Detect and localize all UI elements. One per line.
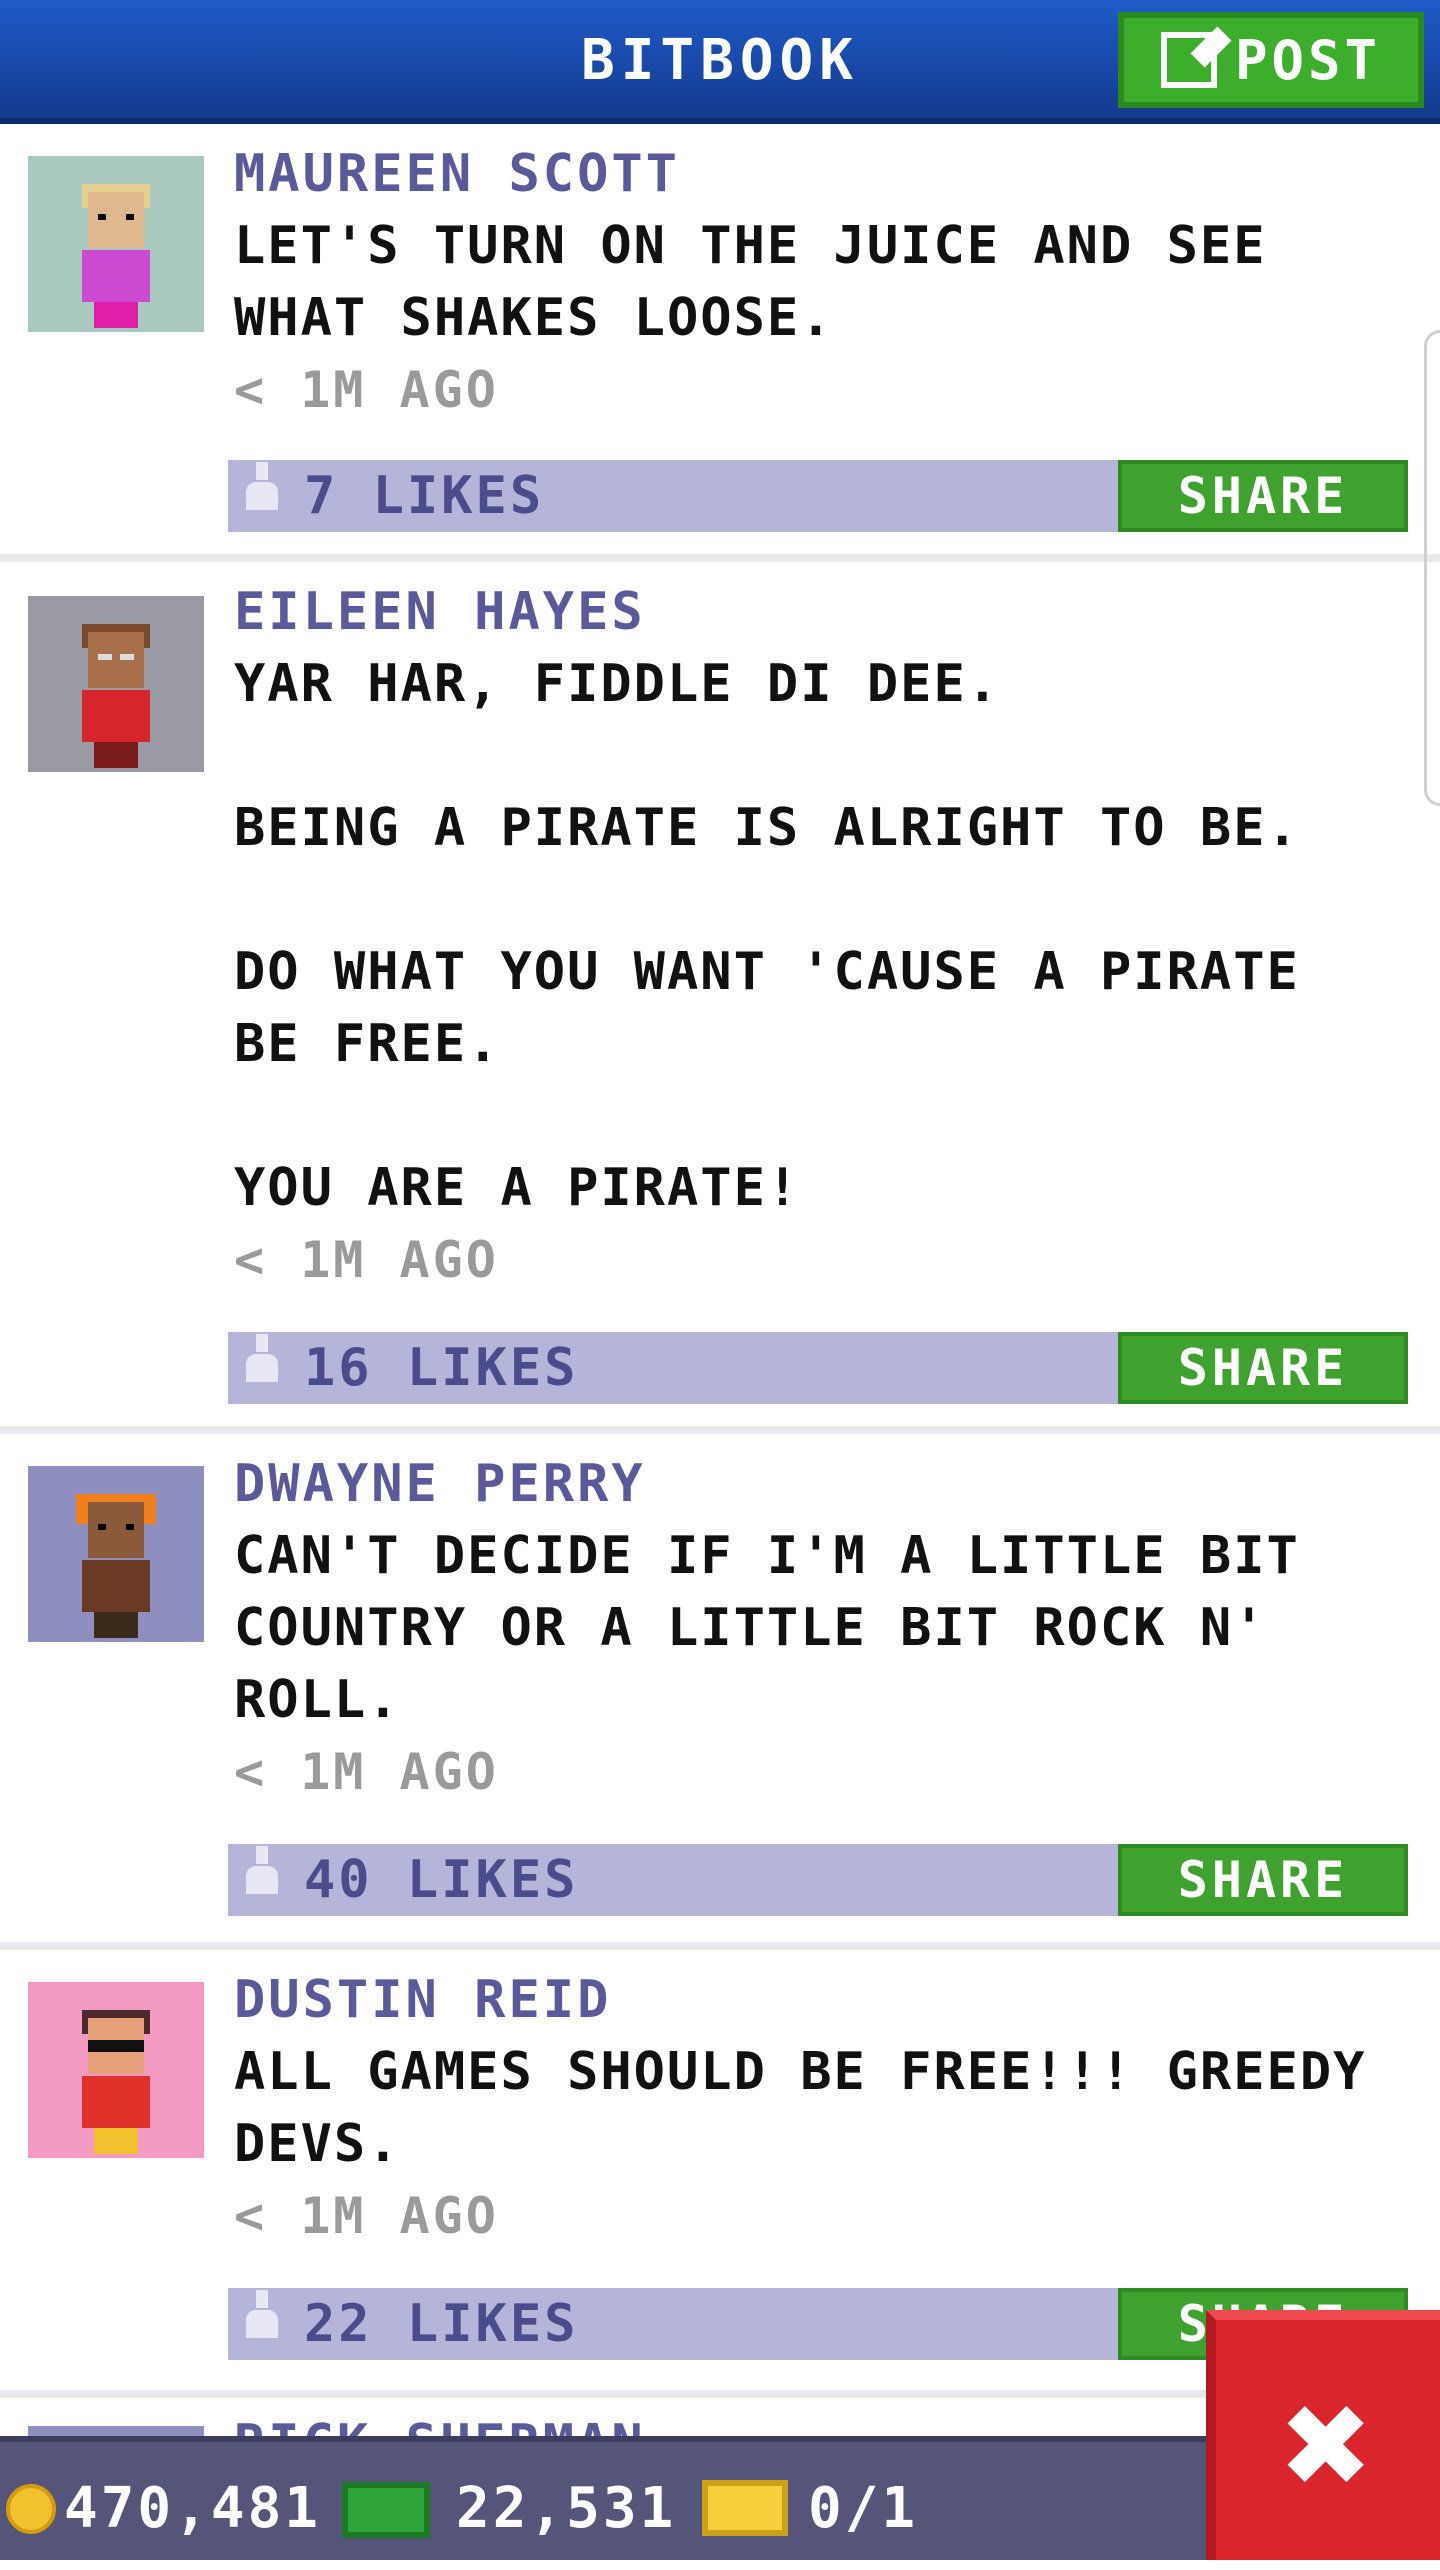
avatar[interactable] <box>28 156 204 332</box>
like-icon[interactable] <box>246 1334 278 1382</box>
post-label: POST <box>1234 28 1382 92</box>
like-bar[interactable]: 16 LIKES SHARE <box>228 1332 1408 1404</box>
post-message: CAN'T DECIDE IF I'M A LITTLE BIT COUNTRY… <box>234 1526 1300 1730</box>
post-time: < 1M AGO <box>234 1231 499 1289</box>
coin-icon <box>6 2484 56 2534</box>
like-bar[interactable]: 40 LIKES SHARE <box>228 1844 1408 1916</box>
post-divider <box>0 1942 1440 1950</box>
like-icon[interactable] <box>246 2290 278 2338</box>
scrollbar[interactable] <box>1424 330 1440 806</box>
avatar-figure <box>72 182 160 332</box>
close-button[interactable]: ✖ <box>1206 2310 1440 2560</box>
bux-count: 22,531 <box>456 2476 677 2541</box>
avatar-figure <box>72 2008 160 2158</box>
poster-name[interactable]: RICK SHERMAN <box>234 2408 646 2436</box>
share-button[interactable]: SHARE <box>1118 1844 1408 1916</box>
avatar[interactable] <box>28 1982 204 2158</box>
compose-icon <box>1160 32 1217 88</box>
feed-post: EILEEN HAYES YAR HAR, FIDDLE DI DEE. BEI… <box>0 562 1440 1426</box>
like-count: 7 LIKES <box>304 466 545 526</box>
like-icon[interactable] <box>246 462 278 510</box>
avatar[interactable] <box>28 2426 204 2436</box>
poster-name[interactable]: MAUREEN SCOTT <box>234 138 680 210</box>
feed-post: DWAYNE PERRY CAN'T DECIDE IF I'M A LITTL… <box>0 1434 1440 1942</box>
ticket-count: 0/1 <box>808 2476 919 2541</box>
like-count: 40 LIKES <box>304 1850 579 1910</box>
avatar-figure <box>72 1492 160 1642</box>
close-icon: ✖ <box>1282 2358 1374 2532</box>
share-button[interactable]: SHARE <box>1118 1332 1408 1404</box>
like-count: 22 LIKES <box>304 2294 579 2354</box>
bux-icon <box>342 2482 430 2538</box>
post-message: ALL GAMES SHOULD BE FREE!!! GREEDY DEVS. <box>234 2042 1367 2174</box>
post-message: LET'S TURN ON THE JUICE AND SEE WHAT SHA… <box>234 216 1267 348</box>
post-divider <box>0 1426 1440 1434</box>
like-icon[interactable] <box>246 1846 278 1894</box>
feed-post: MAUREEN SCOTT LET'S TURN ON THE JUICE AN… <box>0 124 1440 554</box>
avatar-figure <box>72 622 160 772</box>
post-time: < 1M AGO <box>234 2187 499 2245</box>
feed[interactable]: MAUREEN SCOTT LET'S TURN ON THE JUICE AN… <box>0 124 1440 2436</box>
like-bar[interactable]: 7 LIKES SHARE <box>228 460 1408 532</box>
avatar[interactable] <box>28 1466 204 1642</box>
top-bar: BITBOOK POST <box>0 0 1440 124</box>
post-button[interactable]: POST <box>1118 12 1424 108</box>
poster-name[interactable]: DWAYNE PERRY <box>234 1448 646 1520</box>
post-message: YAR HAR, FIDDLE DI DEE. BEING A PIRATE I… <box>234 654 1300 1218</box>
ticket-icon <box>702 2480 788 2536</box>
poster-name[interactable]: DUSTIN REID <box>234 1964 611 2036</box>
post-time: < 1M AGO <box>234 361 499 419</box>
like-count: 16 LIKES <box>304 1338 579 1398</box>
share-button[interactable]: SHARE <box>1118 460 1408 532</box>
poster-name[interactable]: EILEEN HAYES <box>234 576 646 648</box>
coin-count: 470,481 <box>64 2476 322 2541</box>
post-time: < 1M AGO <box>234 1743 499 1801</box>
post-divider <box>0 554 1440 562</box>
avatar[interactable] <box>28 596 204 772</box>
